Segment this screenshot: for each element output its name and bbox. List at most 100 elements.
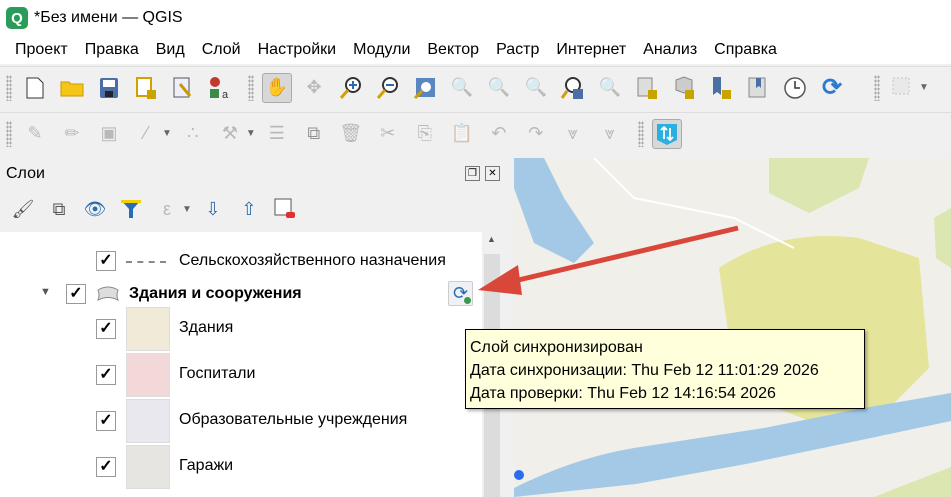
menu-analysis[interactable]: Анализ bbox=[643, 41, 697, 59]
svg-text:a: a bbox=[222, 89, 229, 100]
menu-web[interactable]: Интернет bbox=[556, 41, 626, 59]
float-panel-icon[interactable]: ❐ bbox=[465, 166, 480, 181]
layer-tree: ✓ Сельскохозяйственного назначения ▼ ✓ З… bbox=[0, 232, 502, 497]
add-group-icon[interactable]: ⧉ bbox=[44, 194, 74, 224]
zoom-full-icon[interactable] bbox=[410, 73, 440, 103]
menu-project[interactable]: Проект bbox=[15, 41, 68, 59]
zoom-to-selection-icon[interactable]: 🔍 bbox=[447, 73, 477, 103]
redo-icon[interactable]: ↷ bbox=[521, 119, 551, 149]
menu-view[interactable]: Вид bbox=[156, 41, 185, 59]
toolbar-grip[interactable] bbox=[6, 74, 12, 101]
visibility-eye-icon[interactable]: 👁 bbox=[80, 194, 110, 224]
vertex-tool-icon[interactable]: ⚒ bbox=[215, 119, 245, 149]
menu-raster[interactable]: Растр bbox=[496, 41, 539, 59]
chevron-down-icon[interactable]: ▼ bbox=[919, 82, 929, 93]
toggle-editing-pencil-icon[interactable]: ✏ bbox=[57, 119, 87, 149]
layer-checkbox[interactable]: ✓ bbox=[96, 365, 116, 385]
map-canvas[interactable] bbox=[514, 158, 951, 497]
delete-trash-icon[interactable]: 🗑 bbox=[336, 119, 366, 149]
layer-item[interactable]: ✓ Здания bbox=[0, 307, 482, 351]
digitizing-toolbar: ✎ ✏ ▣ ⁄ ▼ ∴ ⚒ ▼ ☰ ⧉ 🗑 ✂ ⎘ 📋 ↶ ↷ ⩔ ⩔ bbox=[0, 112, 951, 154]
zoom-native-icon[interactable]: 🔍 bbox=[521, 73, 551, 103]
expand-arrow-icon[interactable]: ▼ bbox=[40, 286, 51, 298]
chevron-down-icon[interactable]: ▼ bbox=[162, 128, 172, 139]
current-edits-icon[interactable]: ✎ bbox=[20, 119, 50, 149]
copy-icon[interactable]: ⎘ bbox=[410, 119, 440, 149]
remove-layer-icon[interactable] bbox=[270, 194, 300, 224]
show-bookmarks-icon[interactable] bbox=[669, 73, 699, 103]
tooltip-check-date: Дата проверки: Thu Feb 12 14:16:54 2026 bbox=[470, 385, 776, 402]
select-features-icon[interactable] bbox=[888, 73, 918, 103]
new-print-layout-icon[interactable] bbox=[131, 73, 161, 103]
digitize-line-icon[interactable]: ⁄ bbox=[131, 119, 161, 149]
map-features bbox=[514, 158, 951, 497]
copy-features-icon[interactable]: ⧉ bbox=[299, 119, 329, 149]
fill-symbol-swatch bbox=[126, 399, 170, 443]
layer-checkbox[interactable]: ✓ bbox=[66, 284, 86, 304]
layer-checkbox[interactable]: ✓ bbox=[96, 457, 116, 477]
close-panel-icon[interactable]: ✕ bbox=[485, 166, 500, 181]
pan-hand-icon[interactable]: ✋ bbox=[262, 72, 292, 103]
add-point-icon[interactable]: ∴ bbox=[178, 119, 208, 149]
new-bookmark-icon[interactable] bbox=[632, 73, 662, 103]
layers-panel: Слои ❐ ✕ 🖌 ⧉ 👁 ε ▼ ⇩ ⇧ ✓ Сельскохозяйств… bbox=[0, 158, 512, 497]
fill-symbol-swatch bbox=[126, 353, 170, 397]
tooltip-sync-date: Дата синхронизации: Thu Feb 12 11:01:29 … bbox=[470, 362, 819, 379]
annotation-arrow-icon bbox=[478, 225, 739, 295]
style-brush-icon[interactable]: 🖌 bbox=[8, 194, 38, 224]
spatial-bookmark-add-icon[interactable] bbox=[706, 73, 736, 103]
open-project-icon[interactable] bbox=[57, 73, 87, 103]
reshape-icon[interactable]: ⩔ bbox=[595, 119, 625, 149]
paste-icon[interactable]: 📋 bbox=[447, 119, 477, 149]
spatial-bookmarks-icon[interactable] bbox=[743, 73, 773, 103]
style-manager-icon[interactable]: a bbox=[205, 73, 235, 103]
toolbar-grip[interactable] bbox=[637, 120, 644, 147]
layer-item[interactable]: ✓ Гаражи bbox=[0, 445, 482, 489]
chevron-down-icon[interactable]: ▼ bbox=[182, 204, 192, 215]
menu-vector[interactable]: Вектор bbox=[427, 41, 479, 59]
new-project-icon[interactable] bbox=[20, 73, 50, 103]
window-title: *Без имени — QGIS bbox=[34, 9, 183, 26]
expand-all-icon[interactable]: ⇩ bbox=[198, 194, 228, 224]
menu-edit[interactable]: Правка bbox=[85, 41, 139, 59]
menu-bar: Проект Правка Вид Слой Настройки Модули … bbox=[0, 36, 951, 64]
menu-settings[interactable]: Настройки bbox=[258, 41, 336, 59]
cut-scissors-icon[interactable]: ✂ bbox=[373, 119, 403, 149]
menu-help[interactable]: Справка bbox=[714, 41, 777, 59]
save-edits-icon[interactable]: ▣ bbox=[94, 119, 124, 149]
zoom-last-icon[interactable] bbox=[558, 73, 588, 103]
zoom-out-icon[interactable] bbox=[373, 73, 403, 103]
fill-symbol-swatch bbox=[126, 307, 170, 351]
undo-icon[interactable]: ↶ bbox=[484, 119, 514, 149]
layer-label: Госпитали bbox=[179, 365, 256, 382]
menu-plugins[interactable]: Модули bbox=[353, 41, 410, 59]
zoom-next-icon[interactable]: 🔍 bbox=[595, 73, 625, 103]
pan-to-selection-icon[interactable]: ✥ bbox=[299, 73, 329, 103]
toolbar-grip[interactable] bbox=[874, 74, 880, 101]
sync-toggle-icon[interactable] bbox=[651, 118, 682, 149]
toolbar-grip[interactable] bbox=[248, 74, 254, 101]
zoom-in-icon[interactable] bbox=[336, 73, 366, 103]
toolbar-grip[interactable] bbox=[6, 120, 12, 147]
dashed-line-symbol-icon bbox=[126, 261, 166, 263]
filter-funnel-icon[interactable] bbox=[116, 194, 146, 224]
layer-checkbox[interactable]: ✓ bbox=[96, 319, 116, 339]
refresh-icon[interactable]: ⟳ bbox=[817, 73, 847, 103]
save-project-icon[interactable] bbox=[94, 73, 124, 103]
layer-checkbox[interactable]: ✓ bbox=[96, 411, 116, 431]
layer-item[interactable]: ✓ Образовательные учреждения bbox=[0, 399, 482, 443]
layers-toolbar: 🖌 ⧉ 👁 ε ▼ ⇩ ⇧ bbox=[8, 194, 306, 224]
chevron-down-icon[interactable]: ▼ bbox=[246, 128, 256, 139]
menu-layer[interactable]: Слой bbox=[202, 41, 241, 59]
layer-item[interactable]: ✓ Госпитали bbox=[0, 353, 482, 397]
temporal-controller-clock-icon[interactable] bbox=[780, 73, 810, 103]
modify-attributes-icon[interactable]: ☰ bbox=[262, 119, 292, 149]
layer-checkbox[interactable]: ✓ bbox=[96, 251, 116, 271]
digitize-shape-icon[interactable]: ⩔ bbox=[558, 119, 588, 149]
collapse-all-icon[interactable]: ⇧ bbox=[234, 194, 264, 224]
tooltip-status: Слой синхронизирован bbox=[470, 339, 643, 356]
filter-expression-icon[interactable]: ε bbox=[152, 194, 182, 224]
zoom-to-layer-icon[interactable]: 🔍 bbox=[484, 73, 514, 103]
layout-manager-icon[interactable] bbox=[168, 73, 198, 103]
sync-tooltip: Слой синхронизирован Дата синхронизации:… bbox=[465, 329, 865, 409]
